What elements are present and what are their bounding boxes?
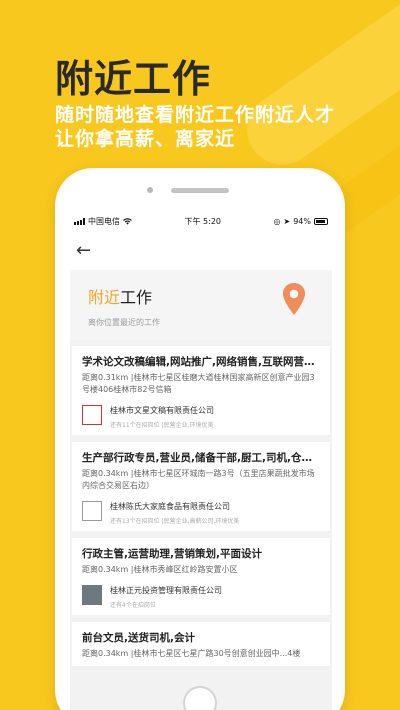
company-logo bbox=[82, 501, 102, 521]
wifi-icon bbox=[123, 217, 132, 225]
company-logo bbox=[82, 405, 102, 425]
job-address: 距离0.34km |桂林市秀峰区红岭路安置小区 bbox=[82, 565, 238, 574]
company-name: 桂林陈氏大家庭食品有限责任公司 bbox=[110, 502, 230, 511]
company-meta: 还有11个在招岗位 |民营企业,环境优美 bbox=[110, 422, 214, 429]
job-card[interactable]: 行政主管,运营助理,营销策划,平面设计 距离0.34km |桂林市秀峰区红岭路安… bbox=[72, 538, 330, 615]
promo-headline: 附近工作 bbox=[55, 57, 212, 101]
status-time: 下午 5:20 bbox=[184, 216, 222, 226]
alarm-icon: ◎ bbox=[273, 216, 281, 226]
phone-screen: 中国电信 下午 5:20 ◎ ➤ 94% ← 附近工作 离你位置最近的工作 学术… bbox=[70, 210, 332, 710]
company-row: 桂林陈氏大家庭食品有限责任公司 还有13个在招岗位 |民营企业,高薪公司,环境优… bbox=[82, 501, 320, 525]
phone-camera bbox=[147, 187, 153, 193]
job-title: 行政主管,运营助理,营销策划,平面设计 bbox=[82, 548, 262, 560]
background-stripe bbox=[233, 0, 400, 179]
job-address: 距离0.34km |桂林市七星区环城南一路3号（五里店果蔬批发市场内综合交易区右… bbox=[82, 469, 315, 490]
hero-title-rest: 工作 bbox=[120, 288, 153, 307]
company-name: 桂林市文星文稿有限责任公司 bbox=[110, 406, 214, 415]
job-list: 学术论文改稿编辑,网站推广,网络销售,互联网营销... 距离0.31km |桂林… bbox=[70, 340, 332, 666]
battery-icon bbox=[313, 217, 328, 225]
job-card[interactable]: 生产部行政专员,营业员,储备干部,厨工,司机,仓库搬... 距离0.34km |… bbox=[72, 442, 330, 531]
promo-subline: 随时随地查看附近工作附近人才 bbox=[55, 104, 336, 126]
carrier-label: 中国电信 bbox=[88, 216, 120, 226]
phone-speaker bbox=[171, 188, 229, 193]
job-title: 生产部行政专员,营业员,储备干部,厨工,司机,仓库搬... bbox=[82, 452, 320, 464]
battery-percent: 94% bbox=[293, 216, 311, 226]
job-address: 距离0.34km |桂林市七星区七星广路30号创意创业园中...4楼 bbox=[82, 649, 301, 658]
company-row: 桂林正元投资管理有限责任公司 还有4个在招岗位 bbox=[82, 585, 320, 609]
signal-icon bbox=[74, 217, 85, 225]
hero-subtitle: 离你位置最近的工作 bbox=[88, 318, 160, 327]
job-address: 距离0.31km |桂林市七星区桂磨大道桂林国家高新区创意产业园3号楼406桂林… bbox=[82, 373, 315, 394]
back-arrow-icon[interactable]: ← bbox=[76, 242, 91, 260]
job-card[interactable]: 学术论文改稿编辑,网站推广,网络销售,互联网营销... 距离0.31km |桂林… bbox=[72, 346, 330, 435]
company-row: 桂林市文星文稿有限责任公司 还有11个在招岗位 |民营企业,环境优美 bbox=[82, 405, 320, 429]
company-meta: 还有13个在招岗位 |民营企业,高薪公司,环境优美 bbox=[110, 518, 240, 525]
company-logo bbox=[82, 585, 102, 605]
company-name: 桂林正元投资管理有限责任公司 bbox=[110, 586, 222, 595]
hero-banner: 附近工作 离你位置最近的工作 bbox=[70, 270, 332, 340]
job-card[interactable]: 前台文员,送货司机,会计 距离0.34km |桂林市七星区七星广路30号创意创业… bbox=[72, 622, 330, 666]
hero-title-highlight: 附近 bbox=[88, 288, 121, 307]
job-title: 前台文员,送货司机,会计 bbox=[82, 632, 195, 644]
promo-subline: 让你拿高薪、离家近 bbox=[55, 128, 236, 150]
status-bar: 中国电信 下午 5:20 ◎ ➤ 94% bbox=[70, 210, 332, 232]
location-arrow-icon: ➤ bbox=[283, 216, 291, 226]
job-title: 学术论文改稿编辑,网站推广,网络销售,互联网营销... bbox=[82, 356, 320, 368]
nav-bar: ← bbox=[70, 232, 332, 270]
map-pin-icon bbox=[283, 283, 305, 315]
company-meta: 还有4个在招岗位 bbox=[110, 602, 156, 609]
